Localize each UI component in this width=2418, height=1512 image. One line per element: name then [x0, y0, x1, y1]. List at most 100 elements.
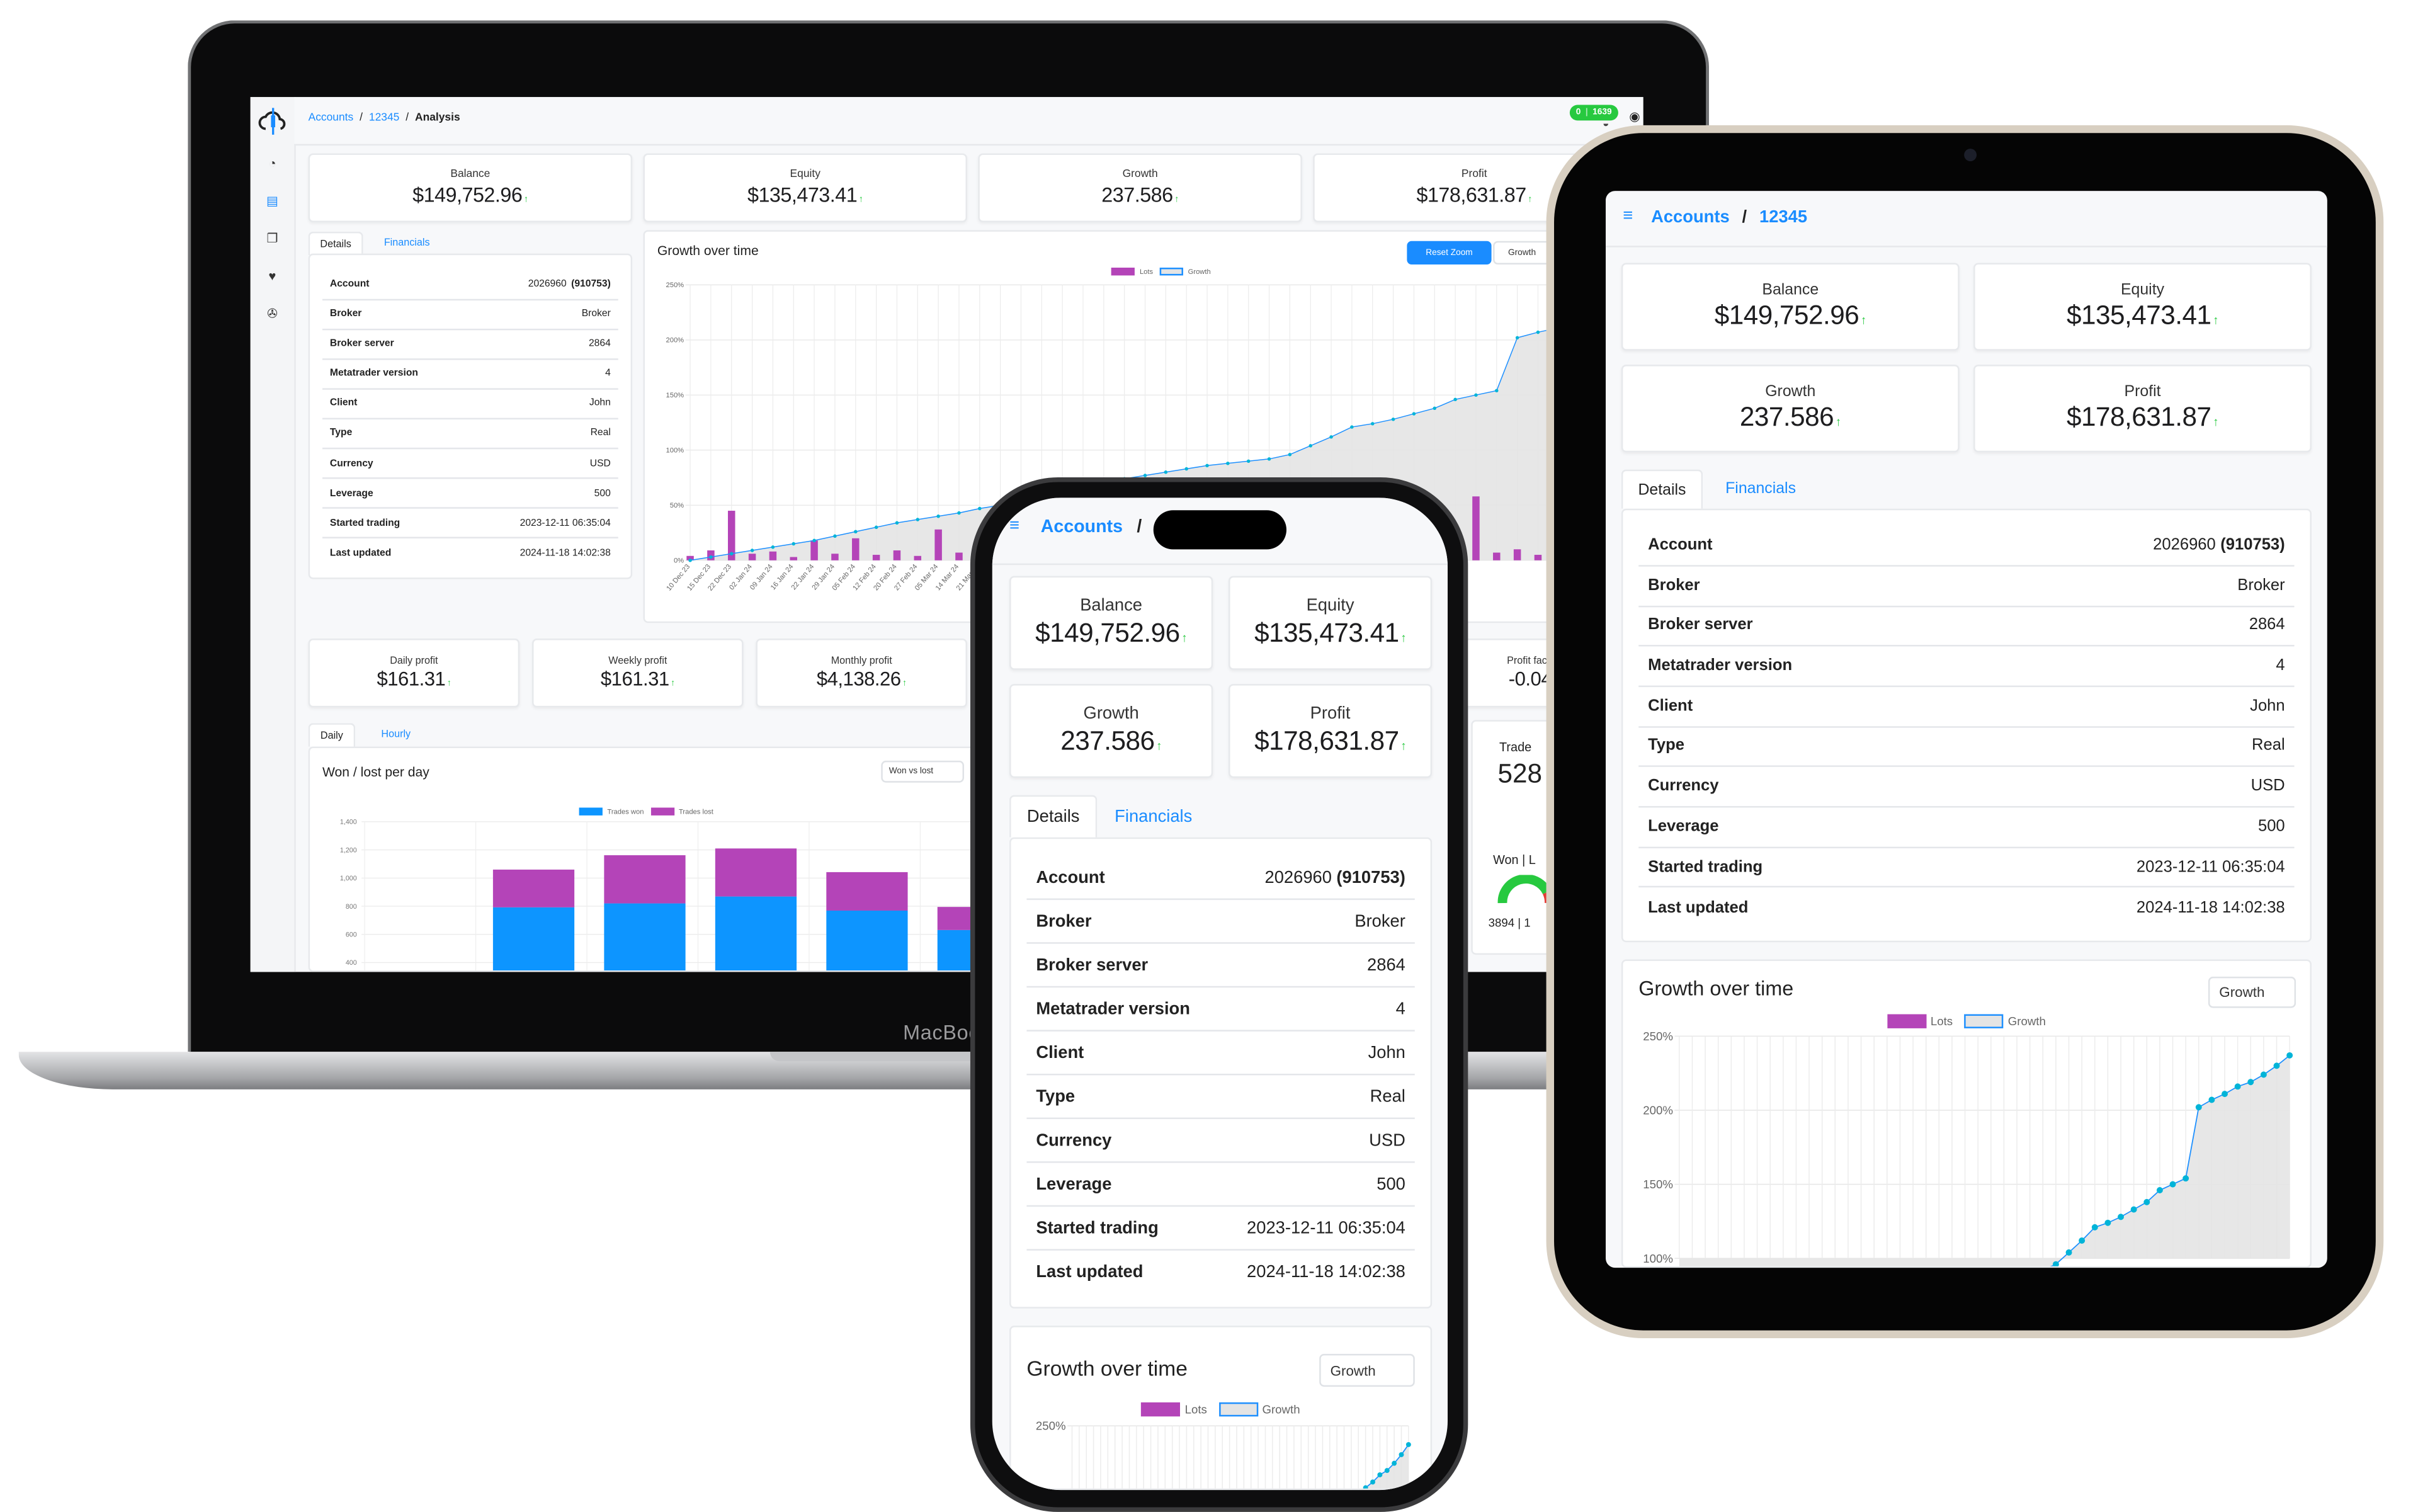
copy-icon[interactable]: ❐ [251, 232, 295, 246]
growth-point [2091, 1224, 2098, 1231]
grid-icon[interactable]: ▤ [251, 194, 295, 208]
closed-trades-count: 1639 [1592, 108, 1612, 118]
growth-mode-select[interactable]: Growth [2208, 976, 2296, 1008]
growth-chart[interactable]: 250% [1011, 1418, 1433, 1490]
growth-point [2156, 1187, 2163, 1194]
lots-bar [934, 529, 942, 560]
trend-up-icon: ↑ [2213, 313, 2219, 328]
tab-financials[interactable]: Financials [375, 232, 438, 255]
breadcrumb-accounts-link[interactable]: Accounts [1041, 518, 1123, 537]
detail-row: Last updated 2024-11-18 14:02:38 [1638, 888, 2294, 928]
detail-label: Metatrader version [329, 368, 418, 380]
menu-icon[interactable]: ≡ [1009, 516, 1019, 535]
y-tick-label: 200% [1643, 1104, 1673, 1117]
trades-badge[interactable]: 0 | 1639 [1569, 105, 1618, 121]
tab-financials[interactable]: Financials [1110, 795, 1197, 838]
legend-item[interactable]: Growth [1160, 268, 1211, 275]
tab-financials[interactable]: Financials [1722, 470, 1800, 509]
detail-value: 2023-12-11 06:35:04 [2137, 858, 2285, 875]
breadcrumb-separator: / [406, 112, 409, 124]
detail-label: Client [1648, 697, 1693, 715]
detail-label: Started trading [329, 518, 400, 529]
growth-point [1267, 457, 1271, 461]
detail-value: 2864 [1367, 955, 1405, 974]
growth-mode-select[interactable]: Growth [1493, 241, 1552, 265]
growth-mode-select[interactable]: Growth [1319, 1353, 1415, 1387]
breadcrumb-separator: / [1742, 208, 1747, 227]
tab-details[interactable]: Details [308, 231, 363, 256]
growth-point [1392, 1460, 1397, 1466]
lots-bar [1513, 549, 1521, 560]
detail-value-text: Broker [1354, 911, 1405, 931]
detail-value-text: John [589, 398, 611, 409]
growth-chart[interactable]: 100% 150% 200% 250% [1623, 1023, 2312, 1268]
won-bar [826, 910, 908, 970]
legend-swatch [1141, 1402, 1181, 1416]
trend-up-icon: ↑ [523, 195, 528, 205]
detail-label: Last updated [1036, 1263, 1144, 1282]
stat-value: $161.31 ↑ [601, 668, 675, 690]
detail-label: Broker [329, 308, 362, 320]
detail-row: Broker server 2864 [1638, 606, 2295, 647]
stat-label: Equity [790, 169, 820, 181]
breadcrumb-account-link[interactable]: 12345 [369, 113, 399, 123]
detail-row: Client John [1026, 1032, 1415, 1076]
stat-card-growth: Growth 237.586 ↑ [978, 153, 1302, 222]
y-tick-label: 0% [674, 557, 684, 565]
detail-value: 2864 [589, 338, 611, 349]
won-bar [604, 903, 686, 970]
stat-value: 237.586 ↑ [1101, 183, 1179, 206]
life-ring-icon[interactable]: ✇ [251, 307, 295, 321]
stat-label: Monthly profit [831, 656, 892, 667]
detail-value-text: USD [2251, 778, 2285, 796]
heart-icon[interactable]: ♥ [251, 269, 295, 283]
won-lost-select[interactable]: Won vs lost [881, 760, 965, 783]
detail-label: Type [1036, 1087, 1076, 1106]
lost-bar [826, 872, 908, 911]
breadcrumb-current: Analysis [415, 112, 460, 124]
growth-point [1246, 459, 1251, 463]
lots-bar [769, 551, 777, 560]
legend-item[interactable]: Lots [1141, 1402, 1207, 1416]
phone-screen: ≡Accounts/12345Balance$149,752.96↑Equity… [992, 497, 1448, 1491]
detail-label: Leverage [1648, 818, 1719, 836]
tab-details[interactable]: Details [1621, 469, 1703, 509]
menu-icon[interactable]: ≡ [1623, 207, 1633, 225]
dashboard-icon[interactable]: ◒ [1603, 119, 1609, 130]
gauge-icon[interactable]: ◔ [251, 157, 295, 171]
growth-point [1384, 1468, 1390, 1474]
detail-value: USD [2251, 778, 2285, 795]
detail-value: 2024-11-18 14:02:38 [2137, 900, 2285, 917]
detail-label: Currency [1648, 778, 1719, 796]
stat-value-text: $178,631.87 [2067, 402, 2211, 433]
tab-hourly[interactable]: Hourly [368, 723, 424, 746]
growth-point [2208, 1096, 2215, 1103]
y-tick-label: 250% [666, 281, 684, 289]
tab-details[interactable]: Details [1009, 795, 1098, 838]
detail-value: John [589, 398, 611, 409]
growth-chart-title: Growth over time [657, 242, 759, 259]
detail-value-text: 500 [594, 487, 611, 499]
x-gridlines [1071, 1426, 1409, 1489]
detail-row: Type Real [322, 419, 618, 450]
stat-value-text: $178,631.87 [1254, 725, 1399, 756]
detail-label: Broker [1648, 577, 1700, 594]
stat-value-text: $161.31 [377, 668, 446, 691]
reset-zoom-button[interactable]: Reset Zoom [1407, 241, 1492, 265]
detail-value-text: USD [589, 458, 611, 469]
stat-label: Weekly profit [608, 656, 667, 667]
legend-item[interactable]: Lots [1111, 268, 1153, 275]
detail-row: Leverage 500 [322, 479, 618, 509]
breadcrumb-accounts-link[interactable]: Accounts [1651, 208, 1730, 227]
stat-value-text: $135,473.41 [2067, 300, 2211, 331]
y-tick-label: 150% [1643, 1178, 1673, 1191]
breadcrumb-accounts-link[interactable]: Accounts [309, 113, 354, 123]
growth-point [957, 511, 961, 515]
tab-daily[interactable]: Daily [308, 723, 356, 747]
legend-item[interactable]: Growth [1218, 1402, 1300, 1416]
detail-label: Leverage [329, 487, 373, 499]
lots-bar [1534, 555, 1542, 560]
detail-value: Real [1370, 1087, 1405, 1106]
user-icon[interactable]: ◉ [1629, 110, 1640, 123]
breadcrumb-account-link[interactable]: 12345 [1759, 208, 1807, 227]
